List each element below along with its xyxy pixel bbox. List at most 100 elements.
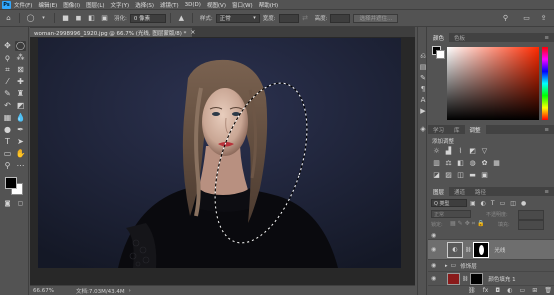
link-chain-icon[interactable]: ⛓: [465, 247, 471, 253]
type-filter-icon[interactable]: T: [491, 200, 495, 207]
hand-tool-icon[interactable]: ✋: [15, 149, 26, 159]
brush-tool-icon[interactable]: ✎: [2, 89, 13, 99]
type-tool-icon[interactable]: T: [2, 137, 13, 147]
history-brush-tool-icon[interactable]: ↶: [2, 101, 13, 111]
paragraph-icon[interactable]: ¶: [419, 85, 427, 93]
tab-paths[interactable]: 路径: [470, 187, 491, 196]
menu-help[interactable]: 帮助(H): [259, 1, 278, 9]
rectangle-tool-icon[interactable]: ▭: [2, 149, 13, 159]
menu-type[interactable]: 文字(Y): [111, 1, 130, 9]
curves-icon[interactable]: ⌇: [456, 147, 465, 155]
shape-filter-icon[interactable]: ▭: [500, 200, 506, 207]
dodge-tool-icon[interactable]: ●: [2, 125, 13, 135]
panel-menu-icon[interactable]: ≡: [539, 125, 554, 134]
fill-input[interactable]: [518, 220, 544, 230]
gradient-tool-icon[interactable]: ▦: [2, 113, 13, 123]
layer-style-icon[interactable]: fx: [483, 287, 489, 295]
visibility-eye-icon[interactable]: ◉: [431, 232, 439, 239]
layer-row-light[interactable]: ◉ ◐ ⛓ 光线: [428, 240, 554, 260]
search-icon[interactable]: ⚲: [501, 14, 510, 23]
tab-libraries[interactable]: 库: [449, 125, 465, 134]
foreground-color-swatch[interactable]: [5, 177, 17, 189]
3d-icon[interactable]: ◈: [419, 125, 427, 133]
move-tool-icon[interactable]: ✥: [2, 41, 13, 51]
frame-tool-icon[interactable]: ⊠: [15, 65, 26, 75]
layer-kind-filter[interactable]: Q 类型: [431, 199, 467, 207]
subtract-from-selection-icon[interactable]: ◧: [87, 14, 96, 23]
panel-menu-icon[interactable]: ≡: [539, 33, 554, 42]
new-group-icon[interactable]: ▭: [520, 287, 526, 295]
menu-filter[interactable]: 滤镜(T): [160, 1, 179, 9]
share-icon[interactable]: ⇪: [539, 14, 548, 23]
brightness-contrast-icon[interactable]: ☼: [432, 147, 441, 155]
eraser-tool-icon[interactable]: ◩: [15, 101, 26, 111]
blend-mode-select[interactable]: 正常: [431, 210, 471, 218]
new-adjustment-icon[interactable]: ◐: [507, 287, 512, 295]
more-tools-icon[interactable]: ⋯: [15, 161, 26, 171]
actions-icon[interactable]: ▶: [419, 107, 427, 115]
eyedropper-tool-icon[interactable]: ⁄: [2, 77, 13, 87]
group-chevron-icon[interactable]: ▸: [445, 263, 448, 269]
spot-healing-tool-icon[interactable]: ✚: [15, 77, 26, 87]
adjustment-filter-icon[interactable]: ◐: [481, 200, 486, 207]
panel-menu-icon[interactable]: ≡: [539, 187, 554, 196]
opacity-input[interactable]: [518, 210, 544, 220]
smart-object-filter-icon[interactable]: ◫: [510, 200, 516, 207]
tab-layers[interactable]: 图层: [428, 187, 450, 196]
tool-preset-chevron-icon[interactable]: ▾: [39, 14, 48, 23]
vibrance-icon[interactable]: ▽: [480, 147, 489, 155]
layer-row-fill[interactable]: ◉ ⛓ 颜色填充 1: [428, 272, 554, 286]
menu-select[interactable]: 选择(S): [135, 1, 154, 9]
layer-row-group[interactable]: ◉ ▸ ▭ 修饰层: [428, 260, 554, 272]
add-to-selection-icon[interactable]: ◼: [74, 14, 83, 23]
selective-color-icon[interactable]: ▣: [480, 171, 489, 179]
tab-learn[interactable]: 学习: [428, 125, 449, 134]
gradient-map-icon[interactable]: ▬: [468, 171, 477, 179]
black-white-icon[interactable]: ◧: [456, 159, 465, 167]
lasso-tool-icon[interactable]: ϙ: [2, 53, 13, 63]
crop-tool-icon[interactable]: ⌗: [2, 65, 13, 75]
pixel-filter-icon[interactable]: ▣: [470, 200, 476, 207]
zoom-level[interactable]: 66.67%: [33, 288, 54, 294]
swap-width-height-icon[interactable]: ⇄: [301, 14, 310, 23]
height-input[interactable]: [330, 13, 351, 23]
menu-image[interactable]: 图像(I): [63, 1, 80, 9]
style-select[interactable]: 正常 ▾: [215, 13, 260, 23]
feather-input[interactable]: 0 像素: [129, 13, 166, 23]
history-icon[interactable]: ⎌: [419, 52, 427, 60]
elliptical-marquee-tool-icon[interactable]: ◯: [15, 41, 26, 51]
filter-toggle-icon[interactable]: ●: [521, 200, 526, 207]
add-mask-icon[interactable]: ◘: [495, 287, 500, 295]
home-icon[interactable]: ⌂: [4, 14, 13, 23]
visibility-eye-icon[interactable]: ◉: [431, 262, 439, 269]
new-layer-icon[interactable]: ⊞: [532, 287, 537, 295]
menu-layer[interactable]: 图层(L): [86, 1, 104, 9]
channel-mixer-icon[interactable]: ✿: [480, 159, 489, 167]
hue-saturation-icon[interactable]: ▥: [432, 159, 441, 167]
invert-icon[interactable]: ◪: [432, 171, 441, 179]
pen-tool-icon[interactable]: ✒: [15, 125, 26, 135]
new-selection-icon[interactable]: ■: [61, 14, 70, 23]
anti-alias-icon[interactable]: ▲: [177, 14, 186, 23]
exposure-icon[interactable]: ◩: [468, 147, 477, 155]
magic-wand-tool-icon[interactable]: ⁂: [15, 53, 26, 63]
tab-swatches[interactable]: 色板: [449, 33, 470, 42]
menu-file[interactable]: 文件(F): [14, 1, 32, 9]
width-input[interactable]: [278, 13, 299, 23]
threshold-icon[interactable]: ◫: [456, 171, 465, 179]
fill-mask-thumbnail[interactable]: [470, 272, 484, 285]
document-canvas[interactable]: [38, 38, 401, 268]
tab-channels[interactable]: 通道: [449, 187, 470, 196]
lock-icons[interactable]: ▦✎✥⌗🔒: [450, 220, 487, 228]
hue-slider[interactable]: [542, 47, 548, 120]
menu-view[interactable]: 视图(V): [207, 1, 226, 9]
visibility-eye-icon[interactable]: ◉: [431, 275, 439, 282]
posterize-icon[interactable]: ▨: [444, 171, 453, 179]
intersect-selection-icon[interactable]: ▣: [100, 14, 109, 23]
quick-mask-icon[interactable]: ◙: [2, 199, 13, 209]
photo-filter-icon[interactable]: ◍: [468, 159, 477, 167]
levels-icon[interactable]: ▟: [444, 147, 453, 155]
path-selection-tool-icon[interactable]: ➤: [15, 137, 26, 147]
menu-window[interactable]: 窗口(W): [232, 1, 253, 9]
blur-tool-icon[interactable]: 💧: [15, 113, 26, 123]
